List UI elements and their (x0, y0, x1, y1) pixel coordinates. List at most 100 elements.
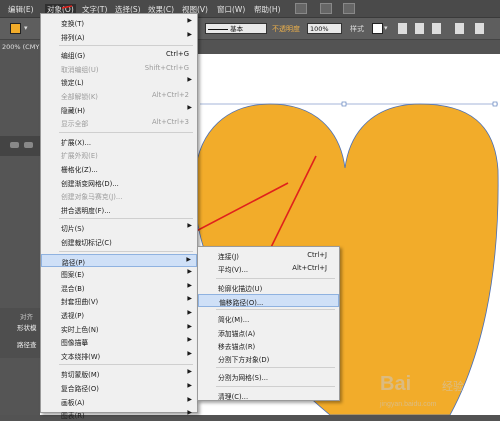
object-menu-item-15[interactable]: 拼合透明度(F)... (41, 203, 197, 216)
submenu-arrow-icon: ▶ (187, 322, 192, 330)
path-submenu: 连接(J) Ctrl+J 平均(V)... Alt+Ctrl+J 轮廓化描边(U) 偏移路… (197, 246, 340, 401)
menu-item-label: 移去锚点(R) (218, 342, 256, 351)
menu-item-label: 实时上色(N) (61, 325, 99, 334)
menu-item-label: 全部解锁(K) (61, 93, 98, 101)
object-menu: 变换(T) ▶ 排列(A) ▶ 编组(G) Ctrl+G 取消编组(U) Shift+Ctrl… (40, 13, 198, 420)
bounding-handle[interactable] (492, 101, 498, 107)
menu-item-shortcut: Alt+Ctrl+3 (151, 118, 189, 127)
svg-text:经验: 经验 (442, 379, 464, 393)
object-menu-item-23[interactable]: 封套扭曲(V) ▶ (41, 294, 197, 307)
submenu-arrow-icon: ▶ (187, 76, 192, 84)
menu-separator (59, 364, 193, 366)
menu-item-label: 画板(A) (61, 398, 85, 407)
bounding-handle[interactable] (341, 101, 347, 107)
object-menu-item-0[interactable]: 变换(T) ▶ (41, 16, 197, 29)
menu-item-label: 连接(J) (218, 253, 239, 261)
menu-item-label: 简化(M)... (218, 316, 250, 325)
object-menu-item-12[interactable]: 栅格化(Z)... (41, 162, 197, 175)
menu-separator (216, 309, 335, 311)
path-menu-item-0[interactable]: 连接(J) Ctrl+J (198, 249, 339, 262)
path-menu-item-7[interactable]: 添加锚点(A) (198, 326, 339, 339)
menu-item-label: 栅格化(Z)... (61, 166, 98, 174)
submenu-arrow-icon: ▶ (186, 255, 191, 263)
submenu-arrow-icon: ▶ (187, 368, 192, 376)
path-menu-item-3[interactable]: 轮廓化描边(U) (198, 281, 339, 294)
menu-item-label: 隐藏(H) (61, 106, 86, 115)
menu-item-label: 显示全部 (61, 120, 89, 129)
menu-item-label: 轮廓化描边(U) (218, 284, 263, 293)
menu-item-label: 图案(E) (61, 271, 85, 280)
menu-separator (59, 218, 193, 220)
object-menu-item-11[interactable]: 扩展外观(E) (41, 148, 197, 161)
object-menu-item-17[interactable]: 切片(S) ▶ (41, 221, 197, 234)
submenu-arrow-icon: ▶ (187, 395, 192, 403)
menu-separator (216, 277, 335, 279)
object-menu-item-1[interactable]: 排列(A) ▶ (41, 30, 197, 43)
menu-item-label: 混合(B) (61, 284, 85, 293)
object-menu-item-22[interactable]: 混合(B) ▶ (41, 281, 197, 294)
submenu-arrow-icon: ▶ (187, 295, 192, 303)
menu-item-label: 路径(P) (62, 258, 85, 267)
submenu-arrow-icon: ▶ (187, 268, 192, 276)
path-menu-item-13[interactable]: 清理(C)... (198, 389, 339, 402)
object-menu-item-4[interactable]: 取消编组(U) Shift+Ctrl+G (41, 62, 197, 75)
object-menu-item-21[interactable]: 图案(E) ▶ (41, 267, 197, 280)
submenu-arrow-icon: ▶ (187, 309, 192, 316)
menu-item-label: 复合路径(O) (61, 385, 99, 393)
menu-item-label: 平均(V)... (218, 266, 249, 275)
svg-text:jingyan.baidu.com: jingyan.baidu.com (379, 401, 437, 408)
path-menu-item-6[interactable]: 简化(M)... (198, 312, 339, 325)
menu-item-label: 剪切蒙版(M) (61, 371, 100, 380)
object-menu-item-14[interactable]: 创建对象马赛克(J)... (41, 189, 197, 202)
path-menu-item-11[interactable]: 分割为网格(S)... (198, 370, 339, 383)
object-menu-item-3[interactable]: 编组(G) Ctrl+G (41, 48, 197, 61)
svg-text:Bai: Bai (380, 373, 411, 395)
menu-separator (59, 131, 193, 133)
menu-item-label: 切片(S) (61, 225, 85, 234)
menu-item-label: 拼合透明度(F)... (61, 206, 111, 215)
submenu-arrow-icon: ▶ (187, 222, 192, 230)
object-menu-item-27[interactable]: 文本绕排(W) ▶ (41, 349, 197, 362)
object-menu-item-6[interactable]: 全部解锁(K) Alt+Ctrl+2 (41, 89, 197, 102)
path-menu-item-4[interactable]: 偏移路径(O)... (198, 293, 339, 307)
menu-separator (216, 385, 335, 387)
submenu-arrow-icon: ▶ (187, 382, 192, 389)
object-menu-item-13[interactable]: 创建渐变网格(D)... (41, 176, 197, 189)
path-menu-item-1[interactable]: 平均(V)... Alt+Ctrl+J (198, 262, 339, 275)
menu-item-label: 透视(P) (61, 312, 84, 320)
menu-item-shortcut: Shift+Ctrl+G (144, 63, 189, 72)
menu-separator (59, 250, 193, 252)
object-menu-item-24[interactable]: 透视(P) ▶ (41, 308, 197, 321)
object-menu-item-5[interactable]: 锁定(L) ▶ (41, 75, 197, 88)
menu-item-label: 偏移路径(O)... (219, 298, 264, 307)
menu-item-label: 文本绕排(W) (61, 352, 101, 361)
submenu-arrow-icon: ▶ (187, 409, 192, 417)
menu-item-label: 添加锚点(A) (218, 329, 256, 338)
menu-item-label: 图表(R) (61, 412, 85, 421)
menu-item-label: 锁定(L) (61, 79, 84, 88)
menu-item-label: 排列(A) (61, 33, 85, 42)
object-menu-item-18[interactable]: 创建裁切标记(C) (41, 235, 197, 248)
submenu-arrow-icon: ▶ (187, 17, 192, 24)
submenu-arrow-icon: ▶ (187, 103, 192, 111)
menu-item-label: 编组(G) (61, 52, 86, 61)
object-menu-item-7[interactable]: 隐藏(H) ▶ (41, 103, 197, 116)
menu-item-label: 扩展外观(E) (61, 152, 98, 161)
menu-item-label: 图像描摹 (61, 339, 89, 348)
submenu-arrow-icon: ▶ (187, 336, 192, 344)
object-menu-item-20[interactable]: 路径(P) ▶ (41, 253, 197, 267)
menu-item-shortcut: Ctrl+G (165, 50, 189, 59)
object-menu-item-29[interactable]: 剪切蒙版(M) ▶ (41, 367, 197, 380)
object-menu-item-8[interactable]: 显示全部 Alt+Ctrl+3 (41, 116, 197, 129)
object-menu-item-26[interactable]: 图像描摹 ▶ (41, 335, 197, 348)
menu-item-label: 封套扭曲(V) (61, 298, 99, 307)
path-menu-item-9[interactable]: 分割下方对象(D) (198, 352, 339, 365)
menu-item-label: 分割下方对象(D) (218, 356, 270, 365)
object-menu-item-10[interactable]: 扩展(X)... (41, 135, 197, 148)
object-menu-item-30[interactable]: 复合路径(O) ▶ (41, 381, 197, 394)
menu-item-label: 创建裁切标记(C) (61, 239, 112, 247)
path-menu-item-8[interactable]: 移去锚点(R) (198, 339, 339, 352)
menu-item-label: 变换(T) (61, 20, 85, 28)
object-menu-item-31[interactable]: 画板(A) ▶ (41, 395, 197, 408)
object-menu-item-25[interactable]: 实时上色(N) ▶ (41, 322, 197, 335)
